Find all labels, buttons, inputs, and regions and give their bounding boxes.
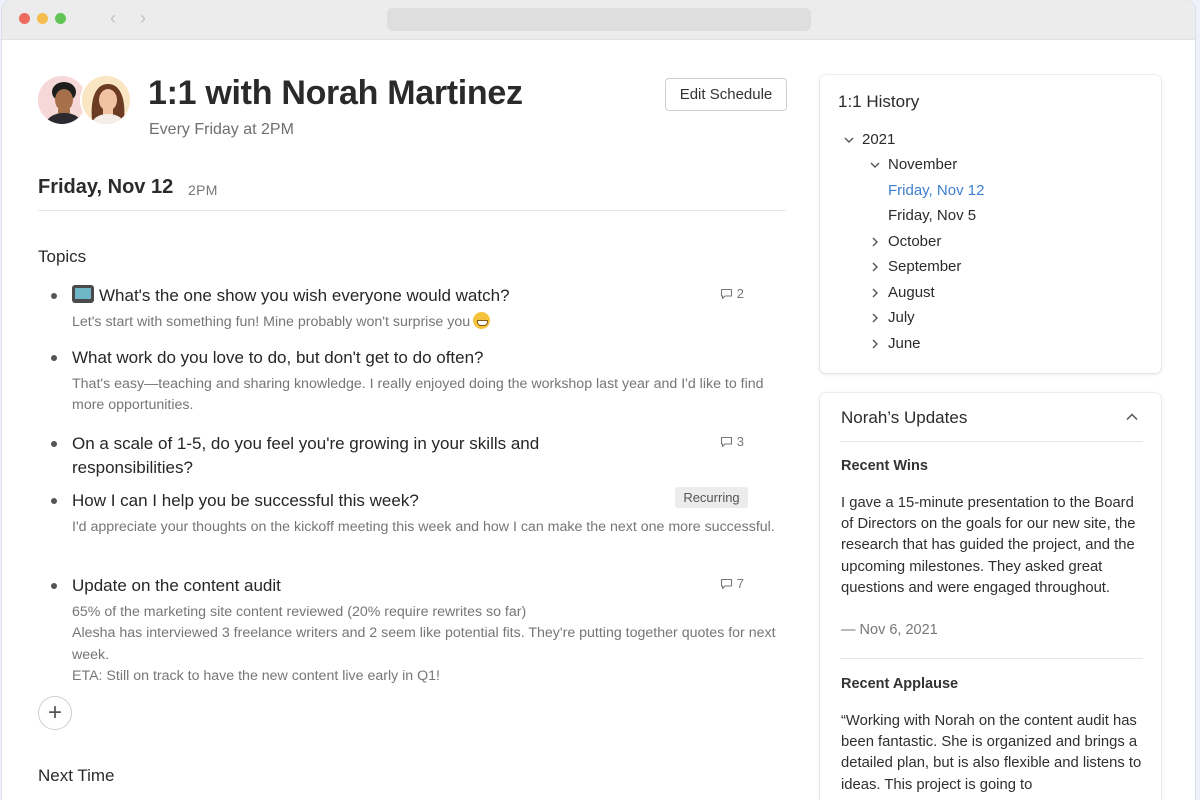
bullet	[51, 293, 57, 299]
meeting-date: Friday, Nov 12	[38, 176, 174, 198]
topic-note: That's easy—teaching and sharing knowled…	[72, 376, 764, 414]
add-topic-button[interactable]: +	[38, 696, 72, 730]
chevron-down-icon	[868, 158, 882, 172]
updates-title: Norah’s Updates	[841, 408, 968, 427]
schedule-subtitle: Every Friday at 2PM	[149, 121, 294, 138]
close-window-button[interactable]	[19, 13, 30, 24]
grinning-face-icon	[473, 312, 491, 329]
topic-question[interactable]: On a scale of 1-5, do you feel you're gr…	[72, 432, 592, 479]
recent-wins-heading: Recent Wins	[841, 458, 928, 474]
edit-schedule-button[interactable]: Edit Schedule	[665, 78, 787, 111]
tree-month-november[interactable]: November	[868, 156, 957, 173]
comment-icon	[720, 436, 732, 447]
browser-window: ‹ › 1:1 with Norah Martinez Every Friday…	[2, 0, 1195, 800]
page-title: 1:1 with Norah Martinez	[148, 74, 523, 112]
tree-month-august[interactable]: August	[868, 284, 935, 301]
browser-titlebar: ‹ ›	[2, 0, 1195, 40]
chevron-up-icon[interactable]	[1125, 410, 1139, 429]
comment-icon	[720, 578, 732, 589]
chevron-right-icon	[868, 286, 882, 300]
topic-question[interactable]: What work do you love to do, but don't g…	[72, 346, 484, 370]
minimize-window-button[interactable]	[37, 13, 48, 24]
recent-wins-text: I gave a 15-minute presentation to the B…	[841, 495, 1136, 596]
topic-note: Let's start with something fun! Mine pro…	[72, 312, 491, 333]
tree-month-september[interactable]: September	[868, 258, 961, 275]
forward-arrow-icon[interactable]: ›	[140, 8, 146, 28]
topic-note: 65% of the marketing site content review…	[72, 604, 776, 685]
chevron-right-icon	[868, 235, 882, 249]
comment-count[interactable]: 3	[720, 434, 744, 449]
topic-question[interactable]: How I can I help you be successful this …	[72, 489, 419, 513]
bullet	[51, 498, 57, 504]
topics-heading: Topics	[38, 247, 87, 266]
chevron-right-icon	[868, 311, 882, 325]
divider	[840, 441, 1143, 442]
recent-wins-date: — Nov 6, 2021	[841, 622, 938, 638]
recent-applause-text: “Working with Norah on the content audit…	[841, 713, 1142, 793]
avatar-norah	[80, 74, 132, 126]
chevron-right-icon	[868, 337, 882, 351]
bullet	[51, 441, 57, 447]
topic-question[interactable]: Update on the content audit	[72, 574, 281, 598]
bullet	[51, 583, 57, 589]
history-card: 1:1 History 2021 November Friday, Nov 12…	[820, 75, 1161, 373]
recurring-badge: Recurring	[675, 487, 748, 508]
next-time-heading: Next Time	[38, 766, 115, 785]
meeting-time: 2PM	[188, 182, 218, 198]
comment-count[interactable]: 7	[720, 576, 744, 591]
recent-applause-heading: Recent Applause	[841, 676, 959, 692]
tv-icon	[72, 285, 94, 303]
tree-month-june[interactable]: June	[868, 335, 921, 352]
history-entry-nov-5[interactable]: Friday, Nov 5	[888, 207, 976, 224]
topic-note: I'd appreciate your thoughts on the kick…	[72, 519, 775, 535]
chevron-right-icon	[868, 260, 882, 274]
bullet	[51, 355, 57, 361]
tree-year-2021[interactable]: 2021	[842, 131, 895, 148]
updates-card: Norah’s Updates Recent Wins I gave a 15-…	[820, 393, 1161, 800]
chevron-down-icon	[842, 133, 856, 147]
address-bar[interactable]	[387, 8, 811, 31]
comment-icon	[720, 288, 732, 299]
comment-count[interactable]: 2	[720, 286, 744, 301]
maximize-window-button[interactable]	[55, 13, 66, 24]
back-arrow-icon[interactable]: ‹	[110, 8, 116, 28]
divider	[840, 658, 1143, 659]
tree-month-july[interactable]: July	[868, 309, 915, 326]
history-title: 1:1 History	[838, 92, 920, 111]
topic-question[interactable]: What's the one show you wish everyone wo…	[72, 284, 510, 308]
tree-month-october[interactable]: October	[868, 233, 941, 250]
divider	[38, 210, 786, 211]
history-entry-nov-12[interactable]: Friday, Nov 12	[888, 182, 984, 199]
